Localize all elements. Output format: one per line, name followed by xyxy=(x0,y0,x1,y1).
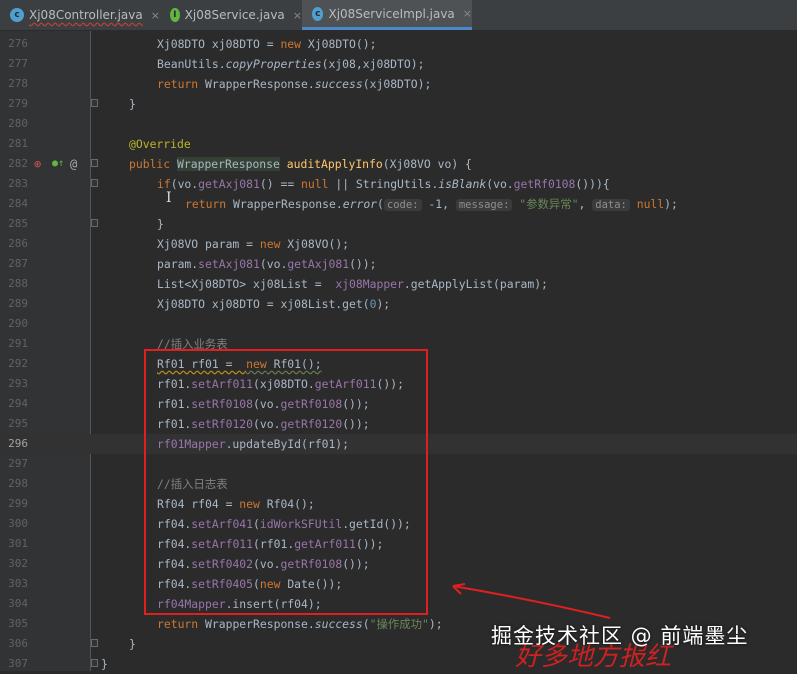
code-line: 280 xyxy=(0,114,797,134)
code-line: 278 return WrapperResponse.success(xj08D… xyxy=(0,74,797,94)
interface-icon: I xyxy=(170,8,180,22)
line-number: 285 xyxy=(8,217,28,230)
line-number: 306 xyxy=(8,637,28,650)
code-text: } xyxy=(157,217,164,231)
line-number: 287 xyxy=(8,257,28,270)
line-number: 295 xyxy=(8,417,28,430)
line-number: 299 xyxy=(8,497,28,510)
tab-label: Xj08ServiceImpl.java xyxy=(328,6,455,21)
class-icon: c xyxy=(10,8,24,22)
code-line: 288 List<Xj08DTO> xj08List = xj08Mapper.… xyxy=(0,274,797,294)
fold-marker[interactable] xyxy=(91,159,98,167)
line-number: 292 xyxy=(8,357,28,370)
code-line: 289 Xj08DTO xj08DTO = xj08List.get(0); xyxy=(0,294,797,314)
line-number: 282 xyxy=(8,157,28,170)
line-number: 291 xyxy=(8,337,28,350)
code-text: param.setAxj081(vo.getAxj081()); xyxy=(157,257,377,271)
fold-marker[interactable] xyxy=(91,659,98,667)
line-number: 290 xyxy=(8,317,28,330)
code-line: 281 @Override xyxy=(0,134,797,154)
line-number: 288 xyxy=(8,277,28,290)
line-number: 279 xyxy=(8,97,28,110)
param-hint: message: xyxy=(455,199,513,211)
code-text: List<Xj08DTO> xj08List = xj08Mapper.getA… xyxy=(157,277,548,291)
code-text: Xj08DTO xj08DTO = new Xj08DTO(); xyxy=(157,37,377,51)
line-number: 286 xyxy=(8,237,28,250)
code-text: } xyxy=(129,637,136,651)
code-text: Xj08VO param = new Xj08VO(); xyxy=(157,237,350,251)
code-line: 282 ⊕ ●↑ @ public WrapperResponse auditA… xyxy=(0,154,797,174)
line-number: 278 xyxy=(8,77,28,90)
fold-marker[interactable] xyxy=(91,99,98,107)
code-text: if(vo.getAxj081() == null || StringUtils… xyxy=(157,177,610,191)
line-number: 277 xyxy=(8,57,28,70)
editor-tab-bar: c Xj08Controller.java × I Xj08Service.ja… xyxy=(0,0,797,31)
param-hint: code: xyxy=(383,199,422,211)
close-icon[interactable]: × xyxy=(463,7,472,20)
code-line: 283 if(vo.getAxj081() == null || StringU… xyxy=(0,174,797,194)
line-number: 289 xyxy=(8,297,28,310)
override-marker-icon[interactable]: ●↑ xyxy=(52,156,64,172)
line-number: 303 xyxy=(8,577,28,590)
code-text: @Override xyxy=(129,137,191,151)
code-line: 277 BeanUtils.copyProperties(xj08,xj08DT… xyxy=(0,54,797,74)
fold-marker[interactable] xyxy=(91,219,98,227)
code-line: 290 xyxy=(0,314,797,334)
tab-label: Xj08Controller.java xyxy=(29,8,143,22)
line-number: 300 xyxy=(8,517,28,530)
line-number: 304 xyxy=(8,597,28,610)
line-number: 280 xyxy=(8,117,28,130)
code-text: BeanUtils.copyProperties(xj08,xj08DTO); xyxy=(157,57,425,71)
line-number: 301 xyxy=(8,537,28,550)
code-text: public WrapperResponse auditApplyInfo(Xj… xyxy=(129,157,472,171)
line-number: 297 xyxy=(8,457,28,470)
code-line: 307 } xyxy=(0,654,797,674)
line-number: 305 xyxy=(8,617,28,630)
line-number: 276 xyxy=(8,37,28,50)
code-line: 276 Xj08DTO xj08DTO = new Xj08DTO(); xyxy=(0,34,797,54)
line-number: 302 xyxy=(8,557,28,570)
code-line: 287 param.setAxj081(vo.getAxj081()); xyxy=(0,254,797,274)
code-line: 285 } xyxy=(0,214,797,234)
fold-marker[interactable] xyxy=(91,179,98,187)
param-hint: data: xyxy=(592,199,630,211)
close-icon[interactable]: × xyxy=(151,9,160,22)
line-number: 294 xyxy=(8,397,28,410)
line-number: 293 xyxy=(8,377,28,390)
code-text: return WrapperResponse.success(xj08DTO); xyxy=(157,77,432,91)
code-text: return WrapperResponse.error(code: -1, m… xyxy=(185,197,678,211)
line-number: 283 xyxy=(8,177,28,190)
code-text: } xyxy=(101,657,108,671)
code-text: return WrapperResponse.success("操作成功"); xyxy=(157,617,443,631)
line-number: 281 xyxy=(8,137,28,150)
class-icon: c xyxy=(312,6,324,21)
code-line: 279 } xyxy=(0,94,797,114)
fold-marker[interactable] xyxy=(91,639,98,647)
watermark: 掘金技术社区 @ 前端墨尘 xyxy=(491,624,749,648)
implements-marker-icon[interactable]: ⊕ xyxy=(34,156,41,172)
close-icon[interactable]: × xyxy=(293,9,302,22)
tab-xj08-controller[interactable]: c Xj08Controller.java × xyxy=(0,0,160,30)
code-line: 284 return WrapperResponse.error(code: -… xyxy=(0,194,797,214)
code-text: } xyxy=(129,97,136,111)
line-number: 284 xyxy=(8,197,28,210)
tab-xj08-service[interactable]: I Xj08Service.java × xyxy=(160,0,302,30)
code-text: Xj08DTO xj08DTO = xj08List.get(0); xyxy=(157,297,391,311)
line-number: 296 xyxy=(8,437,28,450)
highlight-box xyxy=(144,349,428,615)
line-number: 307 xyxy=(8,657,28,670)
text-cursor-icon: I xyxy=(166,190,172,206)
annotation-marker-icon[interactable]: @ xyxy=(70,156,77,172)
tab-xj08-service-impl[interactable]: c Xj08ServiceImpl.java × xyxy=(302,0,472,30)
tab-label: Xj08Service.java xyxy=(184,8,285,22)
code-line: 286 Xj08VO param = new Xj08VO(); xyxy=(0,234,797,254)
line-number: 298 xyxy=(8,477,28,490)
